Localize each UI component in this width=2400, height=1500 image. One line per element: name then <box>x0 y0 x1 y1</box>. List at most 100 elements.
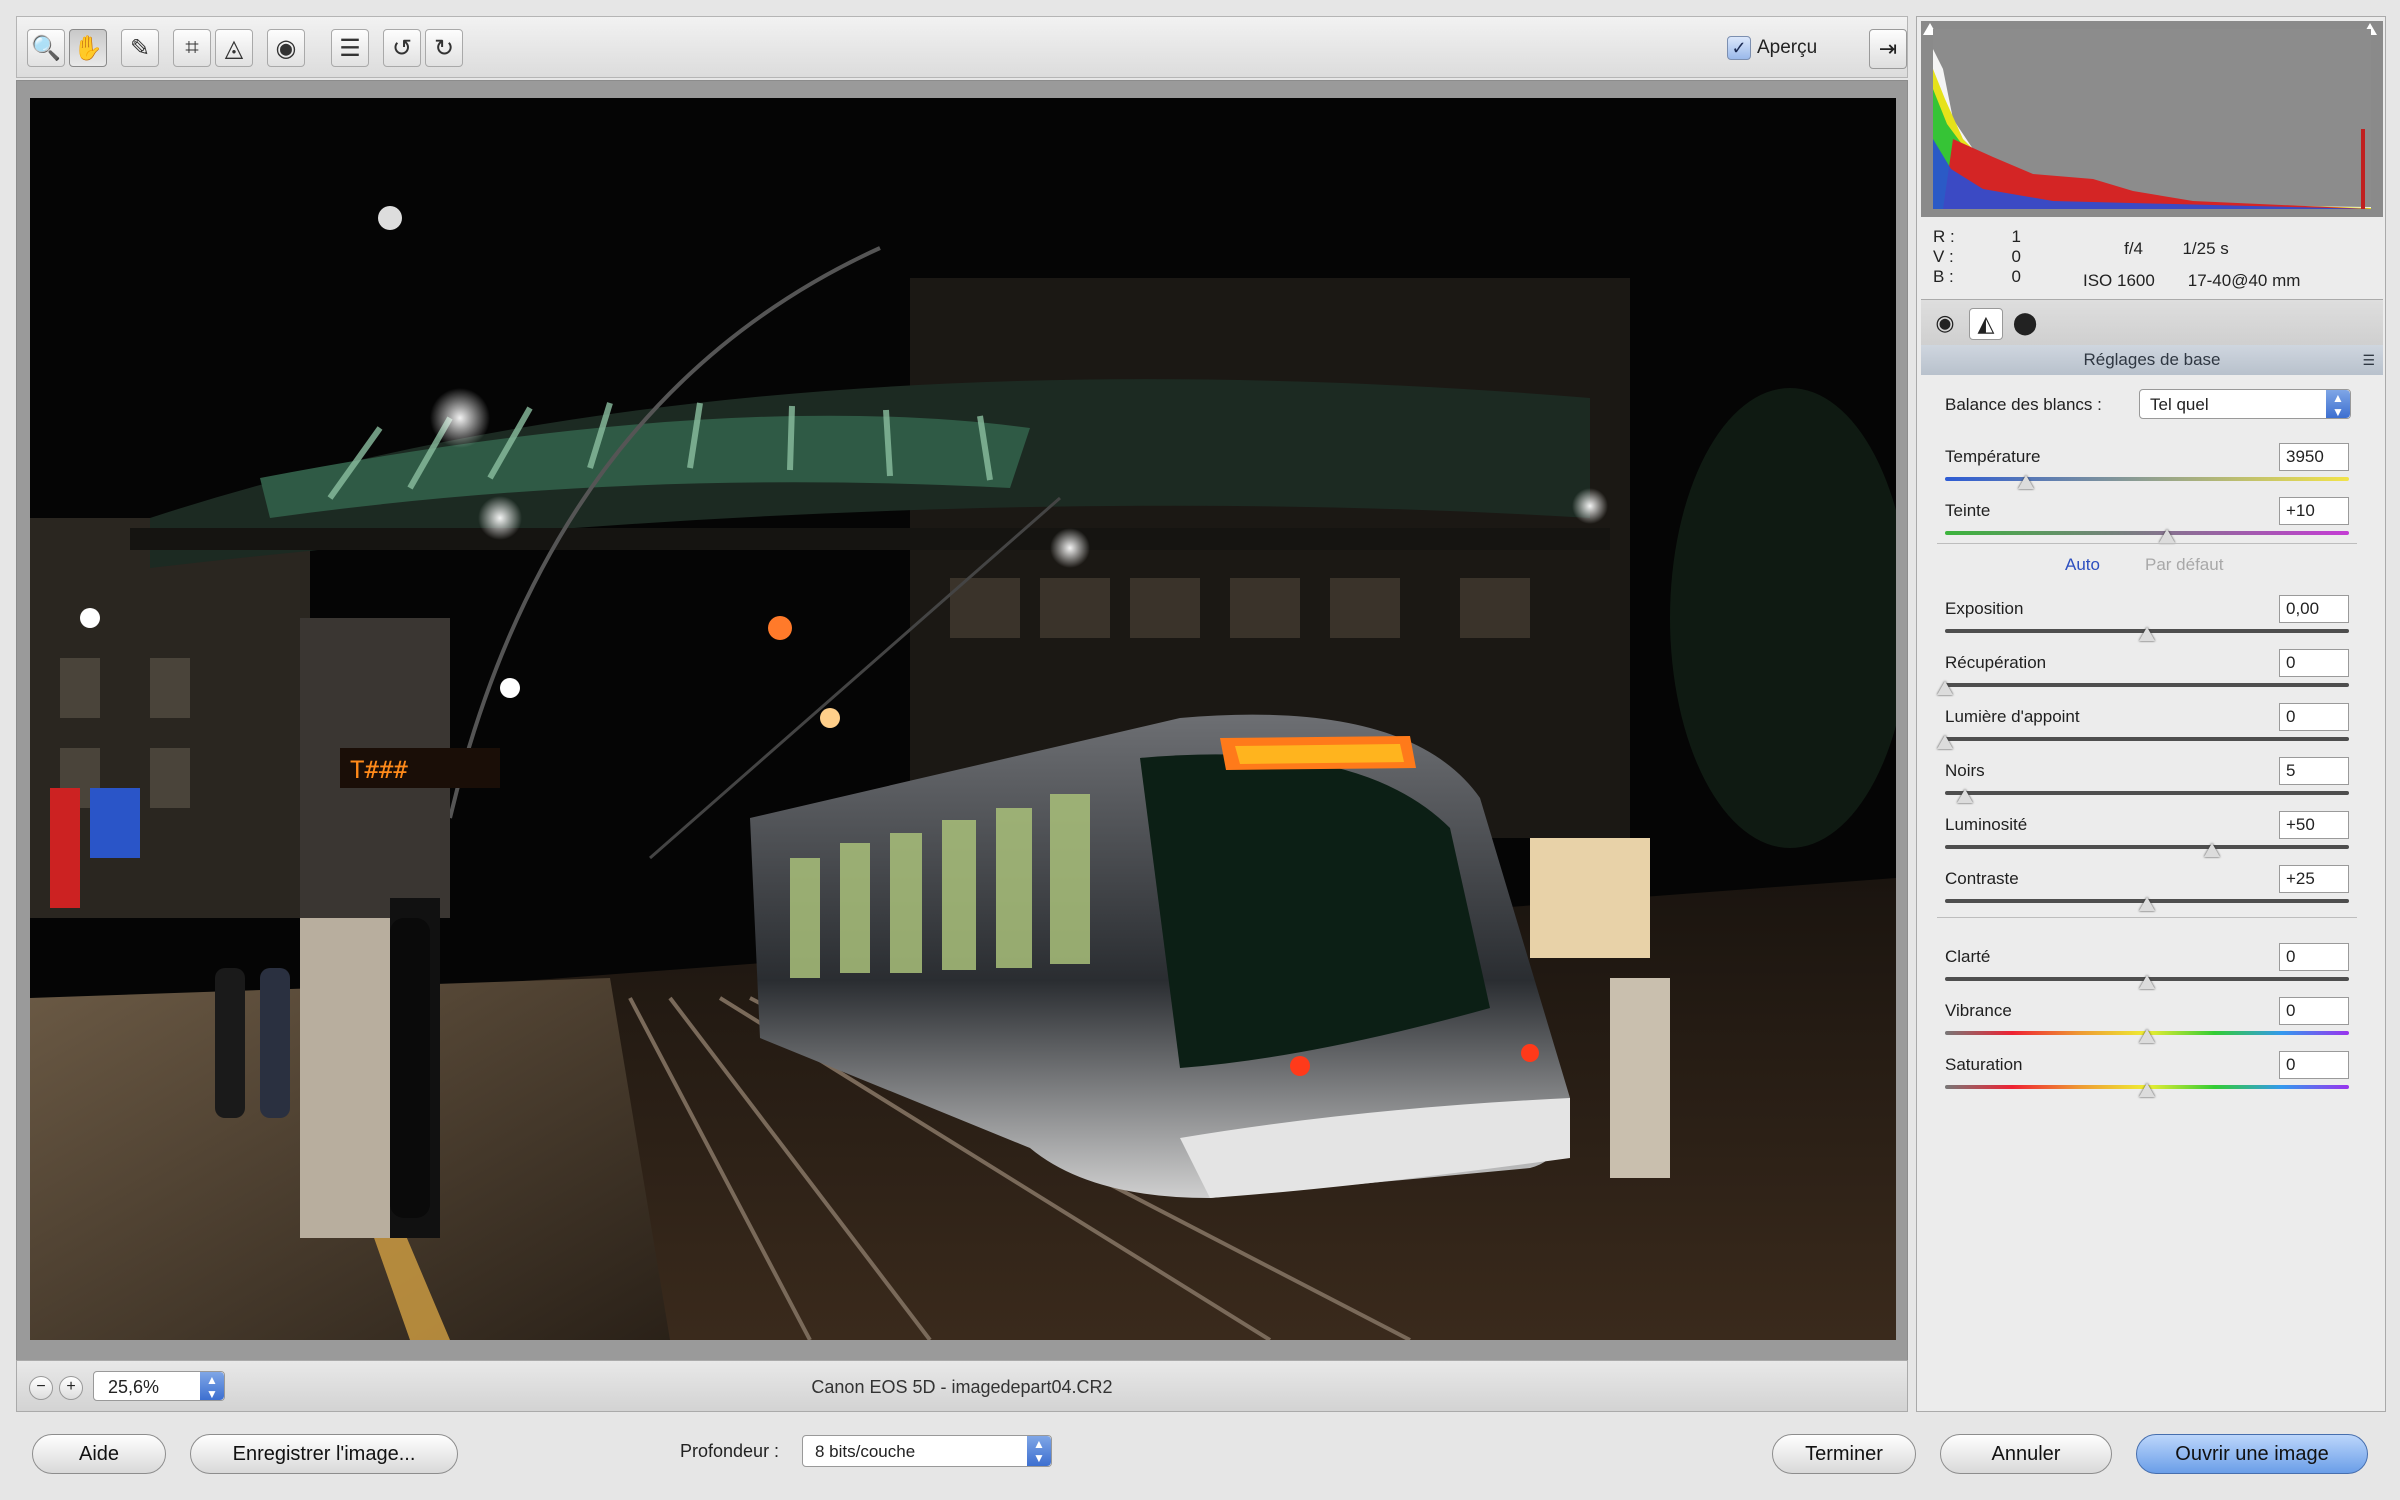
histogram <box>1921 21 2383 217</box>
r-label: R : <box>1933 227 1955 246</box>
tone-curve-icon: ◭ <box>1977 311 1995 336</box>
white-balance-tool[interactable]: ✎ <box>121 29 159 67</box>
slider-thumb[interactable] <box>1957 789 1974 803</box>
slider-thumb[interactable] <box>1937 735 1953 749</box>
fullscreen-icon: ⇥ <box>1878 36 1898 61</box>
rotate-right-button[interactable]: ↻ <box>425 29 463 67</box>
preview-toggle[interactable]: ✓ Aperçu <box>1727 33 1817 63</box>
slider-thumb[interactable] <box>2139 1083 2155 1097</box>
slider-value-field[interactable]: 0 <box>2279 1051 2349 1079</box>
slider-label: Exposition <box>1945 599 2024 618</box>
slider-track[interactable] <box>1945 737 2349 741</box>
image-metadata: R : V : B : 1 0 0 f/4 1/25 s ISO 1600 17… <box>1933 227 2373 295</box>
auto-link[interactable]: Auto <box>2065 555 2100 575</box>
white-balance-label: Balance des blancs : <box>1945 395 2102 414</box>
preview-label: Aperçu <box>1757 37 1818 58</box>
toolbar: 🔍 ✋ ✎ ⌗ ◬ ◉ ☰ ↺ ↻ ✓ Aperçu ⇥ <box>16 16 1908 78</box>
slider-value-field[interactable]: +25 <box>2279 865 2349 893</box>
slider-thumb[interactable] <box>2139 1029 2155 1043</box>
v-value: 0 <box>2011 247 2021 266</box>
slider-value-field[interactable]: 5 <box>2279 757 2349 785</box>
slider-value-field[interactable]: 0,00 <box>2279 595 2349 623</box>
detail-icon: ⬤ <box>2012 310 2038 335</box>
depth-select[interactable]: 8 bits/couche ▲ ▼ <box>802 1435 1052 1467</box>
tab-detail[interactable]: ⬤ <box>2009 308 2041 338</box>
slider-track[interactable] <box>1945 791 2349 795</box>
slider-track[interactable] <box>1945 845 2349 849</box>
slider-track[interactable] <box>1945 477 2349 481</box>
red-eye-icon: ◉ <box>275 34 297 62</box>
slider-thumb[interactable] <box>2203 843 2220 857</box>
panel-tabs: ◉ ◭ ⬤ <box>1921 299 2383 347</box>
hand-icon: ✋ <box>73 34 103 62</box>
help-button[interactable]: Aide <box>32 1434 166 1474</box>
slider-thumb[interactable] <box>2139 627 2155 641</box>
slider-value-field[interactable]: 0 <box>2279 703 2349 731</box>
white-balance-select[interactable]: Tel quel ▲ ▼ <box>2139 389 2351 419</box>
settings-panel: R : V : B : 1 0 0 f/4 1/25 s ISO 1600 17… <box>1916 16 2386 1412</box>
zoom-tool-icon[interactable]: 🔍 <box>27 29 65 67</box>
v-label: V : <box>1933 247 1954 266</box>
slider-value-field[interactable]: 0 <box>2279 997 2349 1025</box>
preview-checkbox[interactable]: ✓ <box>1727 36 1751 60</box>
slider-value-field[interactable]: +50 <box>2279 811 2349 839</box>
slider-label: Saturation <box>1945 1055 2023 1074</box>
dropper-icon: ✎ <box>129 34 151 62</box>
slider-track[interactable] <box>1945 683 2349 687</box>
slider-label: Vibrance <box>1945 1001 2012 1020</box>
slider-thumb[interactable] <box>1937 681 1953 695</box>
section-title: Réglages de base ☰ <box>1921 345 2383 375</box>
slider-label: Contraste <box>1945 869 2019 888</box>
updown-arrows-icon: ▲ ▼ <box>1027 1436 1051 1466</box>
svg-text:T###: T### <box>350 756 408 784</box>
preferences-button[interactable]: ☰ <box>331 29 369 67</box>
crop-icon: ⌗ <box>185 34 199 61</box>
aperture: f/4 <box>2124 239 2143 258</box>
rgb-values: 1 0 0 <box>2001 227 2021 287</box>
slider-thumb[interactable] <box>2159 529 2176 543</box>
b-value: 0 <box>2011 267 2021 286</box>
preview-statusbar: − + 25,6% ▲ ▼ Canon EOS 5D - imagedepart0… <box>16 1360 1908 1412</box>
depth-label: Profondeur : <box>680 1441 780 1461</box>
r-value: 1 <box>2011 227 2021 246</box>
save-image-button[interactable]: Enregistrer l'image... <box>190 1434 458 1474</box>
slider-label: Température <box>1945 447 2041 466</box>
straighten-tool[interactable]: ◬ <box>215 29 253 67</box>
slider-label: Luminosité <box>1945 815 2028 834</box>
slider-label: Noirs <box>1945 761 1985 780</box>
slider-value-field[interactable]: 0 <box>2279 943 2349 971</box>
slider-thumb[interactable] <box>2017 475 2034 489</box>
slider-value-field[interactable]: +10 <box>2279 497 2349 525</box>
slider-label: Récupération <box>1945 653 2047 672</box>
slider-value-field[interactable]: 3950 <box>2279 443 2349 471</box>
tram-night-photo: T### <box>30 98 1896 1340</box>
rgb-labels: R : V : B : <box>1933 227 1955 287</box>
tab-basic[interactable]: ◉ <box>1929 308 1961 338</box>
section-title-text: Réglages de base <box>2083 350 2221 369</box>
iso: ISO 1600 <box>2083 271 2155 290</box>
depth-value: 8 bits/couche <box>815 1442 916 1461</box>
slider-value-field[interactable]: 0 <box>2279 649 2349 677</box>
done-button[interactable]: Terminer <box>1772 1434 1916 1474</box>
slider-thumb[interactable] <box>2139 975 2155 989</box>
aperture-icon: ◉ <box>1935 310 1955 335</box>
open-image-button[interactable]: Ouvrir une image <box>2136 1434 2368 1474</box>
default-link[interactable]: Par défaut <box>2145 555 2223 575</box>
cancel-button[interactable]: Annuler <box>1940 1434 2112 1474</box>
slider-track[interactable] <box>1945 531 2349 535</box>
tab-tone-curve[interactable]: ◭ <box>1969 308 2003 340</box>
crop-tool[interactable]: ⌗ <box>173 29 211 67</box>
panel-menu-icon[interactable]: ☰ <box>2362 345 2375 375</box>
lens-focal: 17-40@40 mm <box>2187 271 2301 290</box>
hand-tool-icon[interactable]: ✋ <box>69 29 107 67</box>
slider-thumb[interactable] <box>2139 897 2155 911</box>
white-balance-value: Tel quel <box>2150 395 2209 414</box>
histogram-graph <box>1933 29 2371 209</box>
fullscreen-button[interactable]: ⇥ <box>1869 29 1907 69</box>
photo-preview[interactable]: T### <box>30 98 1896 1340</box>
red-eye-tool[interactable]: ◉ <box>267 29 305 67</box>
b-label: B : <box>1933 267 1954 286</box>
rotate-left-button[interactable]: ↺ <box>383 29 421 67</box>
slider-label: Lumière d'appoint <box>1945 707 2080 726</box>
zoom-icon: 🔍 <box>31 34 61 62</box>
